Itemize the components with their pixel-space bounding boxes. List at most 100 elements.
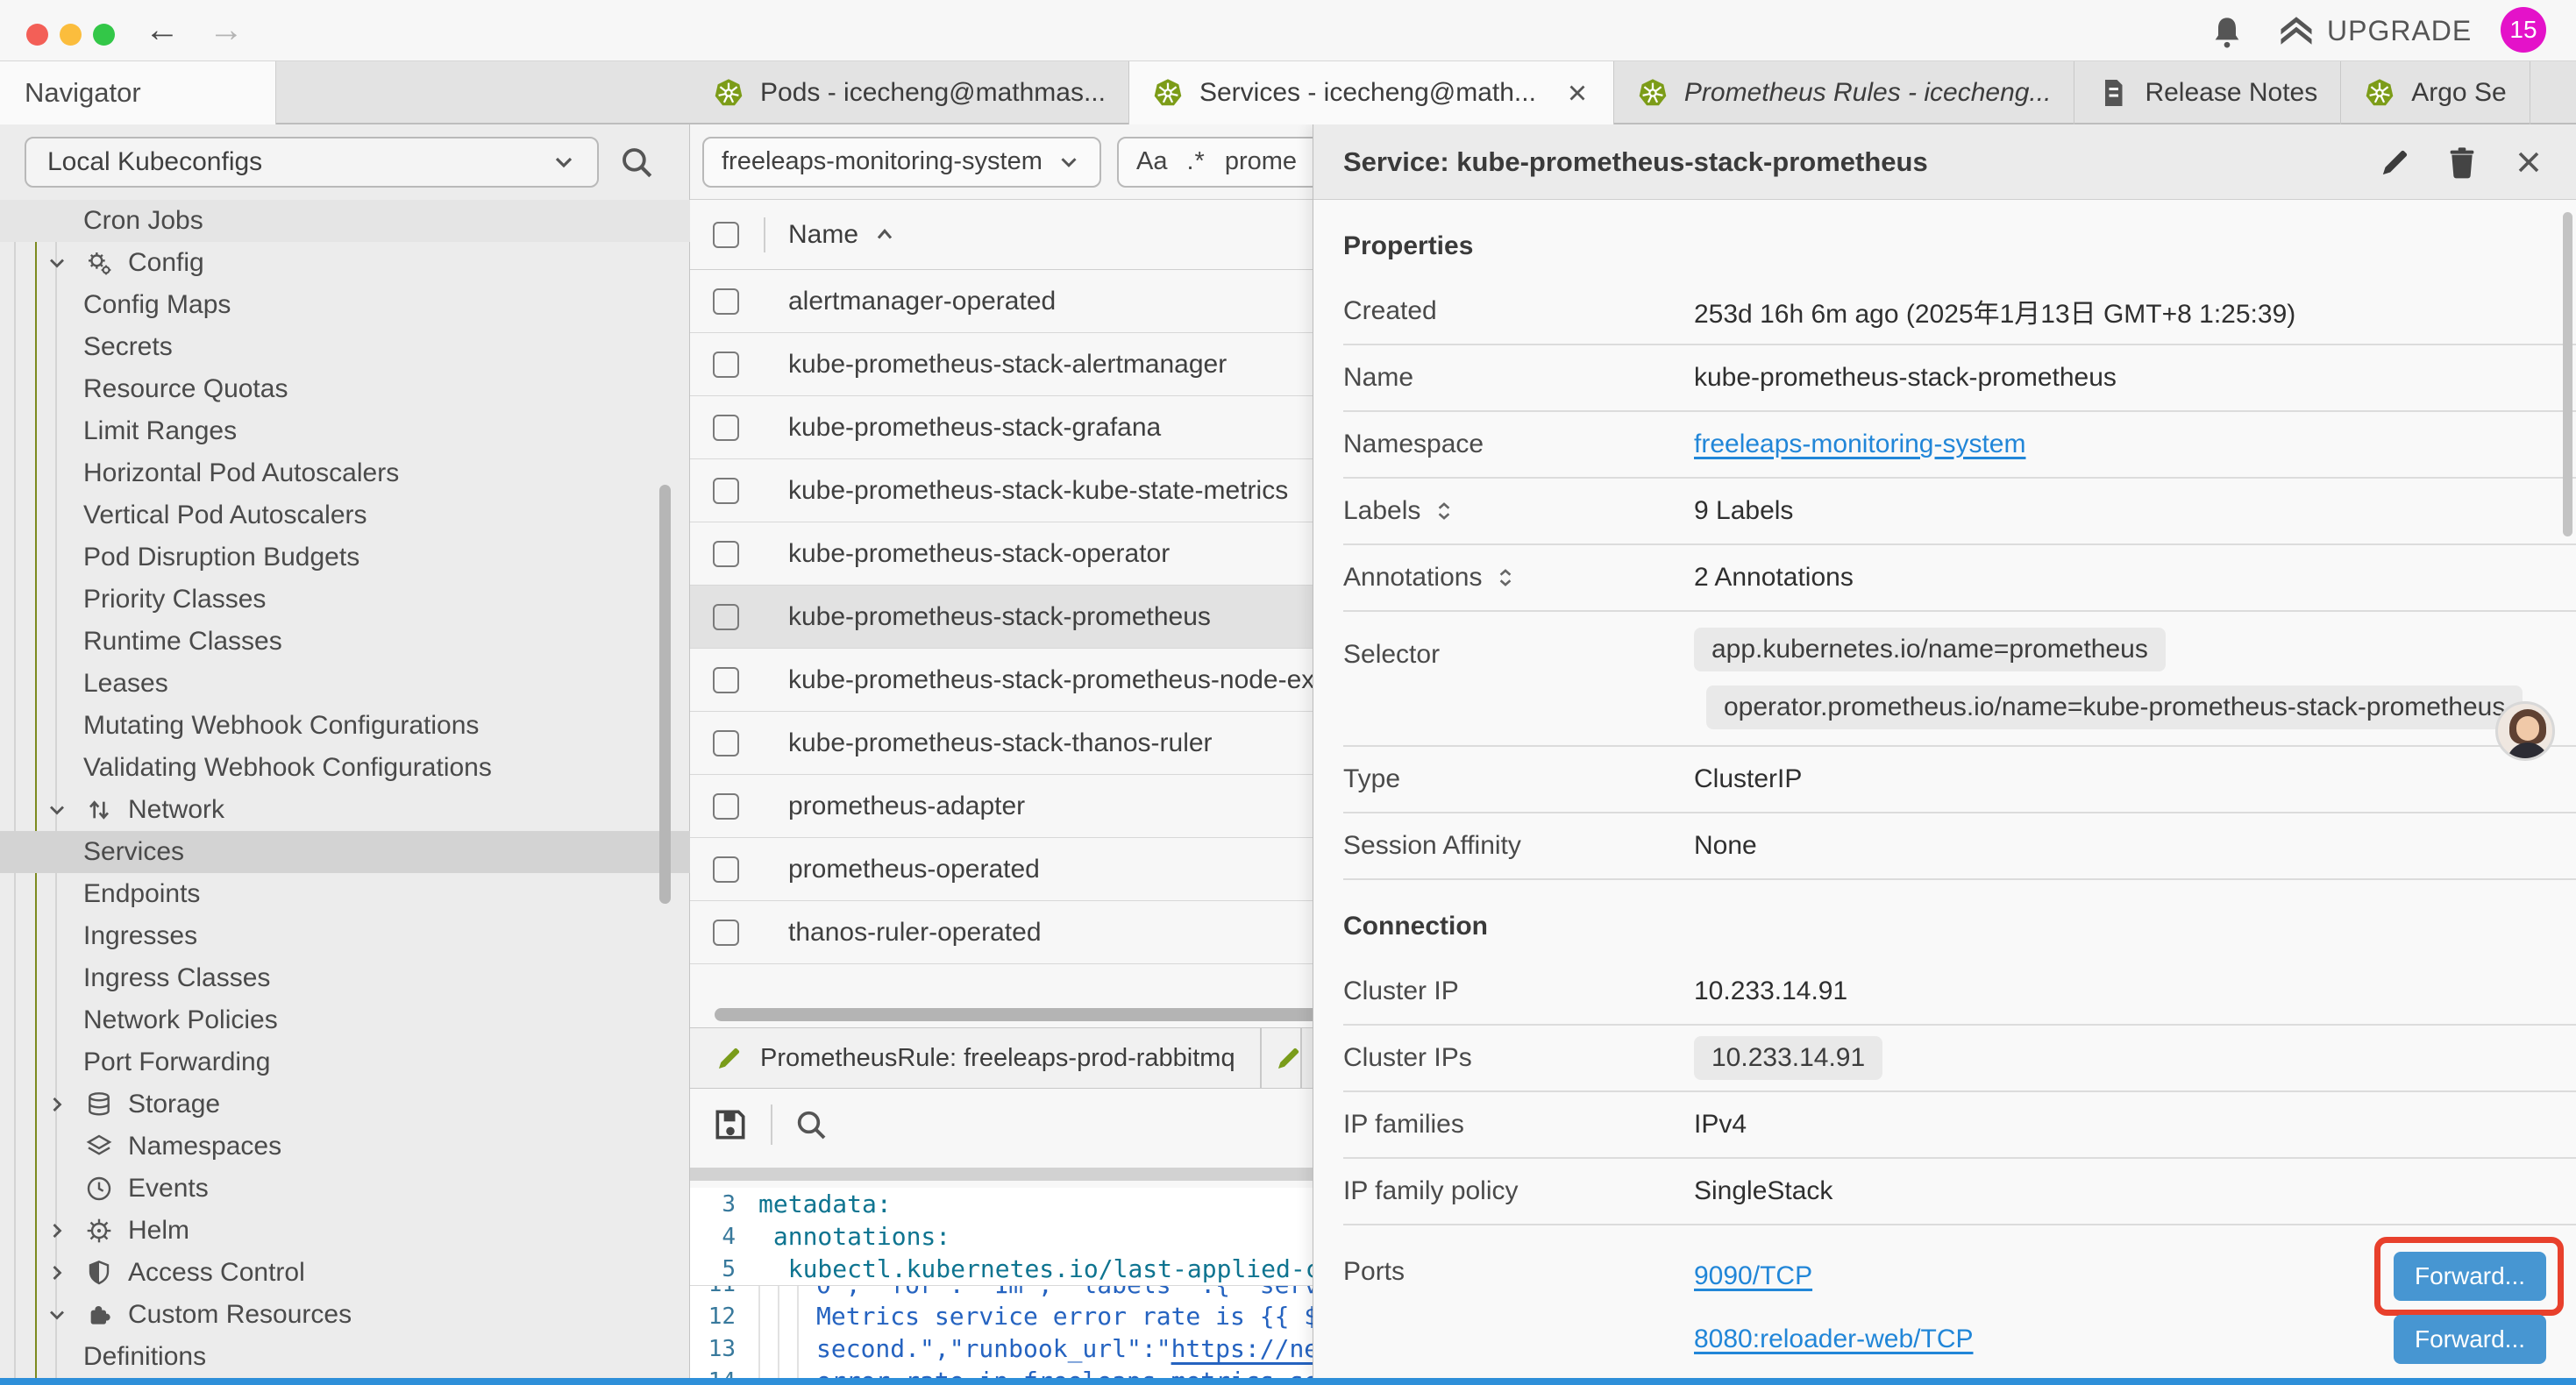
sidebar-item-services[interactable]: Services	[0, 831, 690, 873]
chevron-down-icon[interactable]	[44, 798, 70, 822]
sidebar-item-helm[interactable]: Helm	[0, 1210, 690, 1252]
row-checkbox[interactable]	[713, 730, 739, 756]
sidebar-search-icon[interactable]	[618, 144, 655, 181]
port-link[interactable]: 9090/TCP	[1694, 1261, 1812, 1291]
code-text: Metrics service error rate is {{ $va	[758, 1300, 1348, 1332]
detail-label-text: Selector	[1343, 640, 1440, 670]
notification-count-badge[interactable]: 15	[2501, 7, 2546, 53]
sidebar-item-limit-ranges[interactable]: Limit Ranges	[0, 410, 690, 452]
sidebar-item-pod-disruption-budgets[interactable]: Pod Disruption Budgets	[0, 536, 690, 579]
sidebar-item-label: Custom Resources	[128, 1300, 352, 1330]
row-checkbox[interactable]	[713, 793, 739, 820]
chevron-down-icon	[1056, 149, 1082, 175]
row-checkbox[interactable]	[713, 415, 739, 441]
select-all-checkbox[interactable]	[713, 222, 739, 248]
row-checkbox[interactable]	[713, 288, 739, 315]
namespace-selector[interactable]: freeleaps-monitoring-system	[702, 137, 1101, 188]
sidebar-item-leases[interactable]: Leases	[0, 663, 690, 705]
sidebar-item-cron-jobs[interactable]: Cron Jobs	[0, 200, 690, 242]
save-icon[interactable]	[711, 1105, 750, 1144]
kubeconfig-selector[interactable]: Local Kubeconfigs	[25, 137, 599, 188]
chevron-right-icon[interactable]	[44, 1092, 70, 1117]
minimize-window-button[interactable]	[60, 24, 82, 46]
sidebar-item-mutating-webhook-configurations[interactable]: Mutating Webhook Configurations	[0, 705, 690, 747]
sidebar-item-runtime-classes[interactable]: Runtime Classes	[0, 621, 690, 663]
chevron-down-icon[interactable]	[44, 1303, 70, 1327]
detail-label: Labels	[1343, 496, 1694, 526]
maximize-window-button[interactable]	[93, 24, 115, 46]
tab-argo[interactable]: Argo Se	[2341, 61, 2530, 124]
sidebar-item-namespaces[interactable]: Namespaces	[0, 1126, 690, 1168]
database-icon	[84, 1090, 114, 1119]
sort-ascending-icon[interactable]	[872, 223, 897, 247]
close-tab-icon[interactable]	[1564, 80, 1590, 106]
detail-scrollbar[interactable]	[2563, 212, 2572, 536]
row-checkbox[interactable]	[713, 856, 739, 883]
regex-icon[interactable]: .*	[1186, 147, 1205, 176]
sidebar-item-resource-quotas[interactable]: Resource Quotas	[0, 368, 690, 410]
name-column-header[interactable]: Name	[788, 220, 858, 250]
sidebar-item-secrets[interactable]: Secrets	[0, 326, 690, 368]
sidebar-item-storage[interactable]: Storage	[0, 1083, 690, 1126]
detail-label-text: Ports	[1343, 1257, 1405, 1287]
sidebar-item-access-control[interactable]: Access Control	[0, 1252, 690, 1294]
sidebar-item-ingress-classes[interactable]: Ingress Classes	[0, 957, 690, 999]
delete-icon[interactable]	[2444, 145, 2480, 180]
expander-icon[interactable]	[1494, 566, 1517, 589]
forward-icon[interactable]: →	[209, 12, 244, 47]
sidebar-item-validating-webhook-configurations[interactable]: Validating Webhook Configurations	[0, 747, 690, 789]
row-checkbox[interactable]	[713, 352, 739, 378]
detail-panel-body: PropertiesCreated253d 16h 6m ago (2025年1…	[1313, 200, 2576, 1378]
sidebar-item-network-policies[interactable]: Network Policies	[0, 999, 690, 1041]
editor-tab-next-partial[interactable]	[1262, 1028, 1302, 1088]
detail-panel-title: Service: kube-prometheus-stack-prometheu…	[1343, 146, 2346, 178]
chevron-right-icon[interactable]	[44, 1261, 70, 1285]
sidebar-item-config-maps[interactable]: Config Maps	[0, 284, 690, 326]
row-checkbox[interactable]	[713, 667, 739, 693]
sidebar-item-events[interactable]: Events	[0, 1168, 690, 1210]
chevron-down-icon[interactable]	[44, 251, 70, 275]
forward-button[interactable]: Forward...	[2394, 1252, 2546, 1301]
tab-prometheus[interactable]: Prometheus Rules - icecheng...	[1614, 61, 2075, 124]
row-checkbox[interactable]	[713, 920, 739, 946]
sidebar-item-label: Storage	[128, 1090, 220, 1119]
forward-button[interactable]: Forward...	[2394, 1315, 2546, 1364]
sidebar-item-vertical-pod-autoscalers[interactable]: Vertical Pod Autoscalers	[0, 494, 690, 536]
indent-guide	[797, 1285, 816, 1300]
sidebar-item-priority-classes[interactable]: Priority Classes	[0, 579, 690, 621]
section-heading: Properties	[1313, 200, 2576, 279]
sidebar-item-horizontal-pod-autoscalers[interactable]: Horizontal Pod Autoscalers	[0, 452, 690, 494]
tab-release[interactable]: Release Notes	[2074, 61, 2341, 124]
close-window-button[interactable]	[26, 24, 48, 46]
detail-row-namespace: Namespacefreeleaps-monitoring-system	[1343, 412, 2576, 479]
match-case-icon[interactable]: Aa	[1136, 147, 1167, 176]
namespace-link[interactable]: freeleaps-monitoring-system	[1694, 430, 2025, 458]
sidebar-item-network[interactable]: Network	[0, 789, 690, 831]
editor-tab-prometheusrule[interactable]: PrometheusRule: freeleaps-prod-rabbitmq	[690, 1028, 1262, 1088]
editor-search-icon[interactable]	[793, 1107, 829, 1142]
code-link[interactable]: https://net	[1171, 1334, 1334, 1363]
sidebar-item-config[interactable]: Config	[0, 242, 690, 284]
close-panel-icon[interactable]	[2511, 145, 2546, 180]
tab-pods[interactable]: Pods - icecheng@mathmas...	[690, 61, 1129, 124]
assistant-avatar[interactable]	[2495, 701, 2555, 761]
bell-icon[interactable]	[2210, 15, 2245, 50]
upgrade-button[interactable]: UPGRADE	[2278, 12, 2472, 49]
row-checkbox[interactable]	[713, 478, 739, 504]
navigator-panel-tab[interactable]: Navigator	[0, 61, 276, 124]
sidebar-item-definitions[interactable]: Definitions	[0, 1336, 690, 1378]
row-checkbox[interactable]	[713, 604, 739, 630]
sidebar-item-ingresses[interactable]: Ingresses	[0, 915, 690, 957]
row-checkbox[interactable]	[713, 541, 739, 567]
back-icon[interactable]: ←	[145, 12, 180, 47]
port-link[interactable]: 8080:reloader-web/TCP	[1694, 1325, 1974, 1354]
sidebar-item-port-forwarding[interactable]: Port Forwarding	[0, 1041, 690, 1083]
detail-row-type: TypeClusterIP	[1343, 747, 2576, 813]
edit-icon[interactable]	[2378, 145, 2413, 180]
expander-icon[interactable]	[1433, 500, 1455, 522]
sidebar-scrollbar[interactable]	[659, 485, 671, 904]
tab-services[interactable]: Services - icecheng@math...	[1129, 61, 1614, 124]
chevron-right-icon[interactable]	[44, 1218, 70, 1243]
sidebar-item-custom-resources[interactable]: Custom Resources	[0, 1294, 690, 1336]
sidebar-item-endpoints[interactable]: Endpoints	[0, 873, 690, 915]
